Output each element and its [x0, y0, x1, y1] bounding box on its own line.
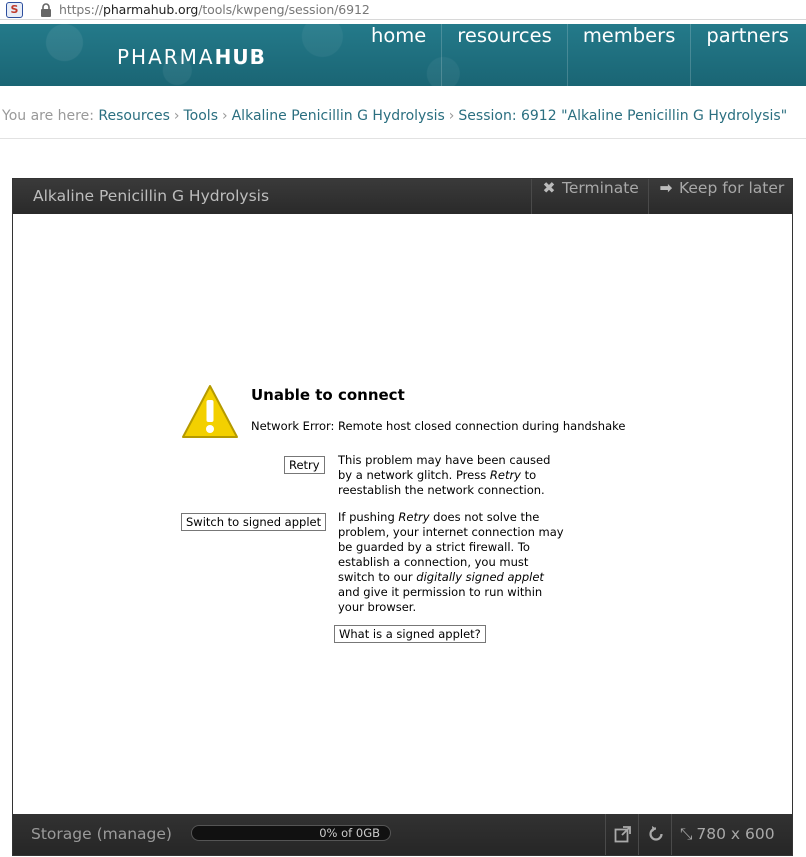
switch-to-signed-applet-button[interactable]: Switch to signed applet: [181, 513, 327, 531]
breadcrumb-separator: ›: [448, 108, 455, 124]
retry-button[interactable]: Retry: [284, 456, 325, 474]
keep-for-later-button[interactable]: ➡ Keep for later: [648, 179, 792, 214]
site-logo[interactable]: PHARMAHUB: [117, 45, 266, 69]
divider: [0, 138, 806, 139]
popout-button[interactable]: [605, 814, 638, 855]
applet-area: Unable to connect Network Error: Remote …: [13, 214, 792, 814]
tool-session-window: Alkaline Penicillin G Hydrolysis ✖ Termin…: [12, 178, 793, 856]
refresh-button[interactable]: [638, 814, 671, 855]
arrow-right-icon: ➡: [659, 179, 673, 197]
breadcrumb: You are here: Resources › Tools › Alkaline P…: [2, 108, 787, 124]
nav-home[interactable]: home: [356, 24, 441, 86]
tool-status-bar: Storage (manage) 0% of 0GB ⤡ 780 x 600: [13, 814, 792, 855]
breadcrumb-tools[interactable]: Tools: [184, 108, 219, 124]
nav-members[interactable]: members: [566, 24, 691, 86]
tool-title: Alkaline Penicillin G Hydrolysis: [33, 187, 270, 205]
browser-url-bar[interactable]: S https://pharmahub.org/tools/kwpeng/ses…: [0, 0, 806, 20]
breadcrumb-separator: ›: [173, 108, 180, 124]
terminate-button[interactable]: ✖ Terminate: [531, 179, 648, 214]
popout-icon: [614, 826, 631, 843]
close-x-icon: ✖: [542, 179, 556, 197]
url-text[interactable]: https://pharmahub.org/tools/kwpeng/sessi…: [59, 2, 370, 17]
refresh-icon: [649, 826, 663, 841]
tool-title-bar: Alkaline Penicillin G Hydrolysis ✖ Termin…: [13, 179, 792, 214]
site-favicon: S: [6, 2, 23, 18]
nav-resources[interactable]: resources: [441, 24, 567, 86]
retry-explanation: This problem may have been caused by a n…: [338, 453, 551, 497]
signed-applet-explanation: If pushing Retry does not solve the prob…: [338, 510, 564, 614]
storage-manage-link[interactable]: Storage (manage): [31, 825, 172, 843]
breadcrumb-session[interactable]: Session: 6912 "Alkaline Penicillin G Hyd…: [458, 108, 787, 124]
what-is-signed-applet-button[interactable]: What is a signed applet?: [334, 625, 486, 643]
resize-button[interactable]: ⤡ 780 x 600: [671, 814, 792, 855]
expand-arrows-icon: ⤡: [680, 825, 693, 843]
lock-icon: [41, 3, 51, 17]
breadcrumb-prefix: You are here:: [2, 108, 94, 124]
storage-progress-bar: 0% of 0GB: [191, 825, 391, 841]
warning-icon: [182, 385, 238, 438]
error-title: Unable to connect: [251, 386, 405, 404]
breadcrumb-tool-name[interactable]: Alkaline Penicillin G Hydrolysis: [232, 108, 445, 124]
site-header: PHARMAHUB home resources members partner…: [0, 24, 806, 86]
error-message: Network Error: Remote host closed connec…: [251, 419, 626, 433]
nav-partners[interactable]: partners: [690, 24, 804, 86]
breadcrumb-resources[interactable]: Resources: [98, 108, 170, 124]
storage-progress-label: 0% of 0GB: [319, 826, 380, 840]
breadcrumb-separator: ›: [222, 108, 228, 124]
main-nav: home resources members partners: [356, 24, 804, 86]
